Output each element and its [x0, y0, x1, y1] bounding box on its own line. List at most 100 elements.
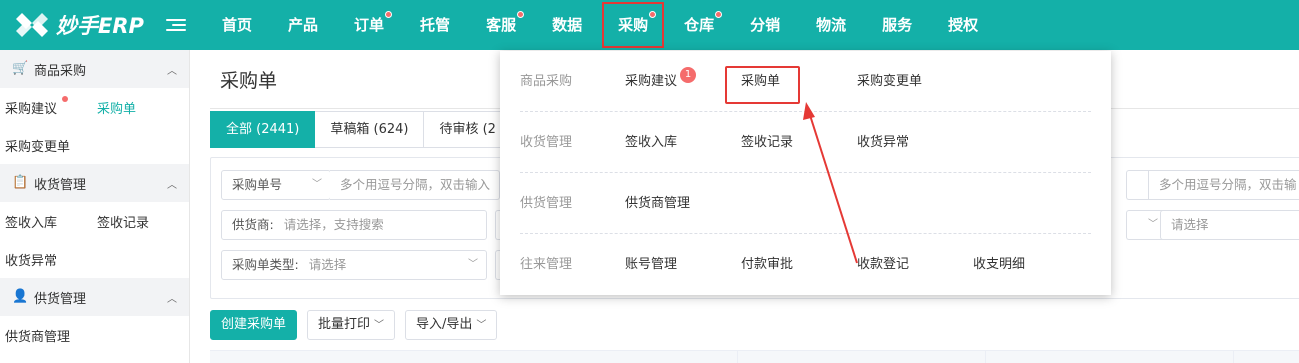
right-order-input[interactable]: 多个用逗号分隔，双击输	[1148, 170, 1299, 200]
tab-drafts[interactable]: 草稿箱 (624)	[315, 111, 425, 148]
nav-label: 客服	[486, 16, 517, 34]
menu-item-receipt-registration[interactable]: 收款登记	[857, 234, 909, 295]
import-export-button[interactable]: 导入/导出 ﹀	[405, 310, 498, 340]
notification-dot	[715, 11, 723, 18]
input-placeholder: 多个用逗号分隔，双击输	[1159, 177, 1297, 192]
menu-item-purchase-change[interactable]: 采购变更单	[857, 51, 922, 112]
nav-customer-service[interactable]: 客服	[468, 0, 534, 50]
sidebar-item-receive-stock[interactable]: 签收入库	[5, 212, 97, 231]
order-number-input[interactable]: 多个用逗号分隔，双击输入	[330, 170, 500, 200]
column-divider	[1233, 351, 1234, 363]
sidebar-group-receiving[interactable]: 📋 收货管理 ︿	[0, 164, 189, 202]
menu-item-payment-approval[interactable]: 付款审批	[741, 234, 793, 295]
sidebar-group-title: 商品采购	[34, 63, 87, 79]
notification-dot	[517, 11, 525, 18]
sidebar-item-purchase-suggestion[interactable]: 采购建议	[5, 95, 97, 117]
sidebar-group-purchase[interactable]: 🛒 商品采购 ︿	[0, 50, 189, 88]
nav-home[interactable]: 首页	[204, 0, 270, 50]
nav-label: 数据	[552, 16, 583, 34]
column-divider	[985, 351, 986, 363]
order-type-select[interactable]: 采购单类型: 请选择 ﹀	[221, 250, 487, 280]
nav-purchase[interactable]: 采购	[600, 0, 666, 50]
column-divider	[737, 351, 738, 363]
field-label: 采购单类型:	[232, 257, 299, 272]
sidebar-item-purchase-change[interactable]: 采购变更单	[5, 136, 97, 155]
nav-label: 服务	[882, 16, 913, 34]
nav-logistics[interactable]: 物流	[798, 0, 864, 50]
menu-row-accounts: 往来管理 账号管理 付款审批 收款登记 收支明细	[520, 234, 1091, 295]
nav-label: 托管	[420, 16, 451, 34]
tab-all[interactable]: 全部 (2441)	[210, 111, 316, 148]
page-title: 采购单	[220, 70, 278, 92]
input-placeholder: 请选择，支持搜索	[283, 217, 384, 232]
menu-toggle-icon[interactable]	[166, 19, 186, 31]
chevron-up-icon: ︿	[167, 293, 177, 305]
tab-pending-review[interactable]: 待审核 (2	[424, 111, 512, 148]
menu-item-purchase-suggestion[interactable]: 采购建议	[625, 51, 677, 112]
create-purchase-order-button[interactable]: 创建采购单	[210, 310, 298, 340]
chevron-up-icon: ︿	[167, 179, 177, 191]
menu-item-income-expense-details[interactable]: 收支明细	[973, 234, 1025, 295]
clipboard-check-icon: 📋	[12, 175, 29, 190]
chevron-down-icon: ﹀	[476, 320, 487, 331]
logo[interactable]: 妙手ERP	[0, 0, 170, 50]
nav-label: 授权	[948, 16, 979, 34]
main-nav: 首页 产品 订单 托管 客服 数据 采购 仓库 分销 物流 服务 授权	[204, 0, 996, 50]
sidebar-item-receive-records[interactable]: 签收记录	[97, 212, 189, 231]
select-value: 采购单号	[232, 177, 283, 192]
chevron-down-icon: ﹀	[468, 259, 478, 270]
order-number-select[interactable]: 采购单号 ﹀	[221, 170, 331, 200]
batch-print-button[interactable]: 批量打印 ﹀	[307, 310, 396, 340]
action-bar: 创建采购单 批量打印 ﹀ 导入/导出 ﹀	[210, 310, 498, 340]
purchase-dropdown-menu: 商品采购 采购建议 1 采购单 采购变更单 收货管理 签收入库 签收记录 收货异…	[500, 51, 1111, 295]
nav-products[interactable]: 产品	[270, 0, 336, 50]
nav-label: 首页	[222, 16, 253, 34]
menu-row-goods-purchase: 商品采购 采购建议 1 采购单 采购变更单	[520, 51, 1091, 112]
nav-label: 分销	[750, 16, 781, 34]
right-select[interactable]: 请选择	[1160, 210, 1299, 240]
count-badge: 1	[680, 67, 696, 83]
chevron-up-icon: ︿	[167, 65, 177, 77]
chevron-down-icon: ﹀	[374, 320, 385, 331]
nav-authorization[interactable]: 授权	[930, 0, 996, 50]
table-header	[210, 350, 1299, 363]
menu-item-account-management[interactable]: 账号管理	[625, 234, 677, 295]
menu-category: 供货管理	[520, 196, 573, 211]
field-label: 供货商:	[232, 217, 274, 232]
nav-services[interactable]: 服务	[864, 0, 930, 50]
menu-category: 往来管理	[520, 257, 573, 272]
menu-item-supplier-management[interactable]: 供货商管理	[625, 173, 690, 234]
sidebar-item-receive-exceptions[interactable]: 收货异常	[5, 250, 97, 269]
input-placeholder: 多个用逗号分隔，双击输入	[340, 177, 491, 192]
sidebar-group-title: 供货管理	[34, 291, 87, 307]
sidebar-group-supply[interactable]: 👤 供货管理 ︿	[0, 278, 189, 316]
chevron-down-icon: ﹀	[312, 179, 322, 190]
menu-category: 收货管理	[520, 135, 573, 150]
highlight-box	[725, 66, 800, 104]
nav-hosting[interactable]: 托管	[402, 0, 468, 50]
nav-label: 采购	[618, 16, 649, 34]
nav-data[interactable]: 数据	[534, 0, 600, 50]
nav-label: 订单	[354, 16, 385, 34]
menu-category: 商品采购	[520, 74, 573, 89]
nav-label: 物流	[816, 16, 847, 34]
menu-item-receive-stock[interactable]: 签收入库	[625, 112, 677, 173]
nav-orders[interactable]: 订单	[336, 0, 402, 50]
nav-warehouse[interactable]: 仓库	[666, 0, 732, 50]
input-placeholder: 请选择	[308, 257, 347, 272]
nav-label: 产品	[288, 16, 319, 34]
button-label: 批量打印	[318, 317, 371, 332]
nav-distribution[interactable]: 分销	[732, 0, 798, 50]
input-placeholder: 请选择	[1171, 217, 1209, 232]
sidebar-item-supplier-management[interactable]: 供货商管理	[5, 326, 97, 345]
sidebar: 🛒 商品采购 ︿ 采购建议 采购单 采购变更单 📋 收货管理 ︿ 签收入库 签收…	[0, 50, 190, 363]
logo-icon	[16, 13, 48, 37]
chevron-down-icon: ﹀	[1148, 219, 1158, 230]
sidebar-group-title: 收货管理	[34, 177, 87, 193]
supplier-select[interactable]: 供货商: 请选择，支持搜索	[221, 210, 487, 240]
nav-label: 仓库	[684, 16, 715, 34]
menu-item-receive-exceptions[interactable]: 收货异常	[857, 112, 909, 173]
menu-item-receive-records[interactable]: 签收记录	[741, 112, 793, 173]
sidebar-item-purchase-order[interactable]: 采购单	[97, 98, 189, 117]
menu-row-supply: 供货管理 供货商管理	[520, 173, 1091, 234]
